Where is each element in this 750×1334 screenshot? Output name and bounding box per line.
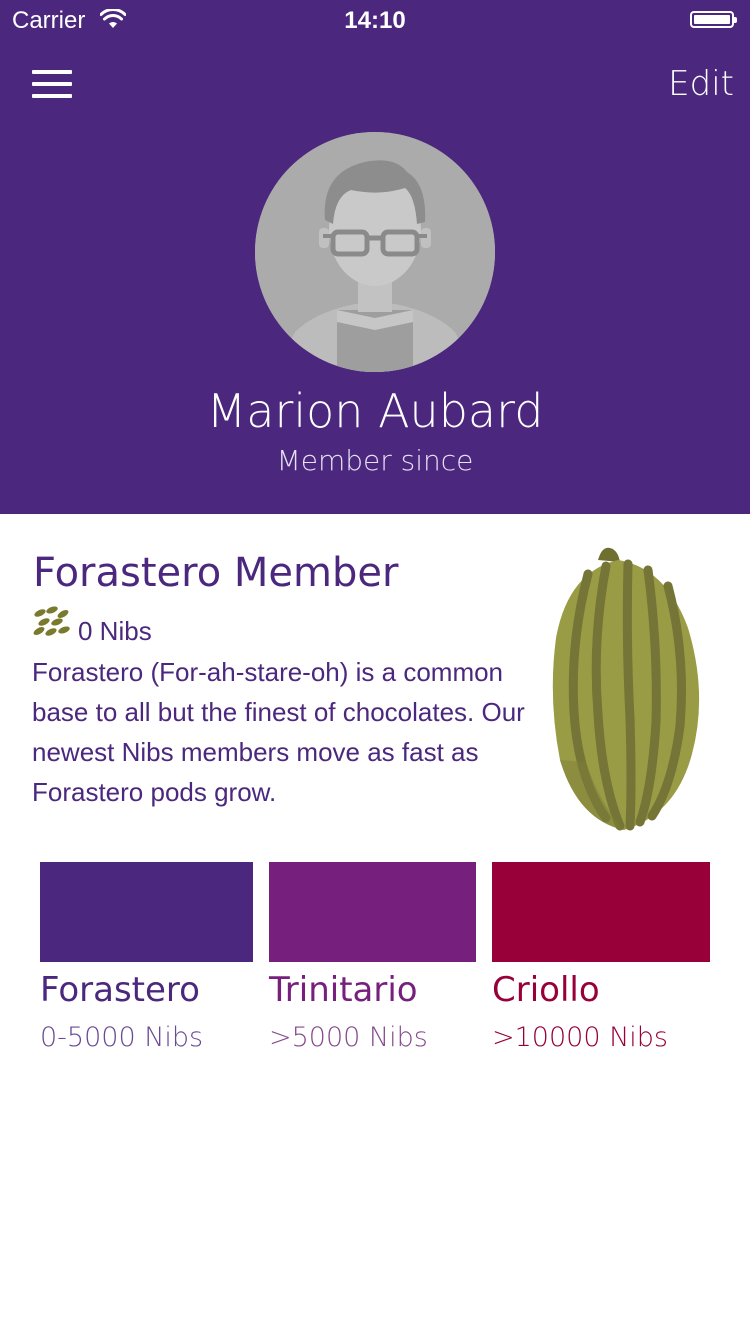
tier-name-criollo: Criollo — [492, 970, 600, 1010]
tier-name-forastero: Forastero — [40, 970, 200, 1010]
nibs-count: 0 Nibs — [78, 616, 152, 646]
tier-range-trinitario: >5000 Nibs — [269, 1022, 428, 1053]
default-avatar-icon — [255, 132, 495, 372]
membership-description: Forastero (For-ah-stare-oh) is a common … — [32, 657, 525, 807]
profile-header: Carrier 14:10 Edit Marion Aubard Member … — [0, 0, 750, 514]
battery-icon — [690, 11, 737, 28]
tier-swatch-forastero — [40, 862, 253, 962]
tier-card-trinitario: Trinitario >5000 Nibs — [269, 862, 476, 1053]
tier-card-forastero: Forastero 0-5000 Nibs — [40, 862, 253, 1053]
tier-swatch-trinitario — [269, 862, 476, 962]
tier-swatch-criollo — [492, 862, 710, 962]
cacao-pod-icon — [552, 547, 700, 831]
nibs-icon — [33, 606, 70, 636]
tier-name-trinitario: Trinitario — [269, 970, 418, 1010]
status-time: 14:10 — [344, 7, 406, 34]
hamburger-menu-icon[interactable] — [32, 68, 72, 100]
tier-range-criollo: >10000 Nibs — [492, 1022, 669, 1053]
tier-card-criollo: Criollo >10000 Nibs — [492, 862, 710, 1053]
status-bar: Carrier 14:10 — [0, 0, 750, 40]
tier-range-forastero: 0-5000 Nibs — [40, 1022, 204, 1053]
profile-name: Marion Aubard — [206, 384, 544, 438]
membership-title: Forastero Member — [33, 550, 399, 596]
member-since-label: Member since — [276, 444, 474, 477]
edit-button[interactable]: Edit — [668, 64, 734, 104]
